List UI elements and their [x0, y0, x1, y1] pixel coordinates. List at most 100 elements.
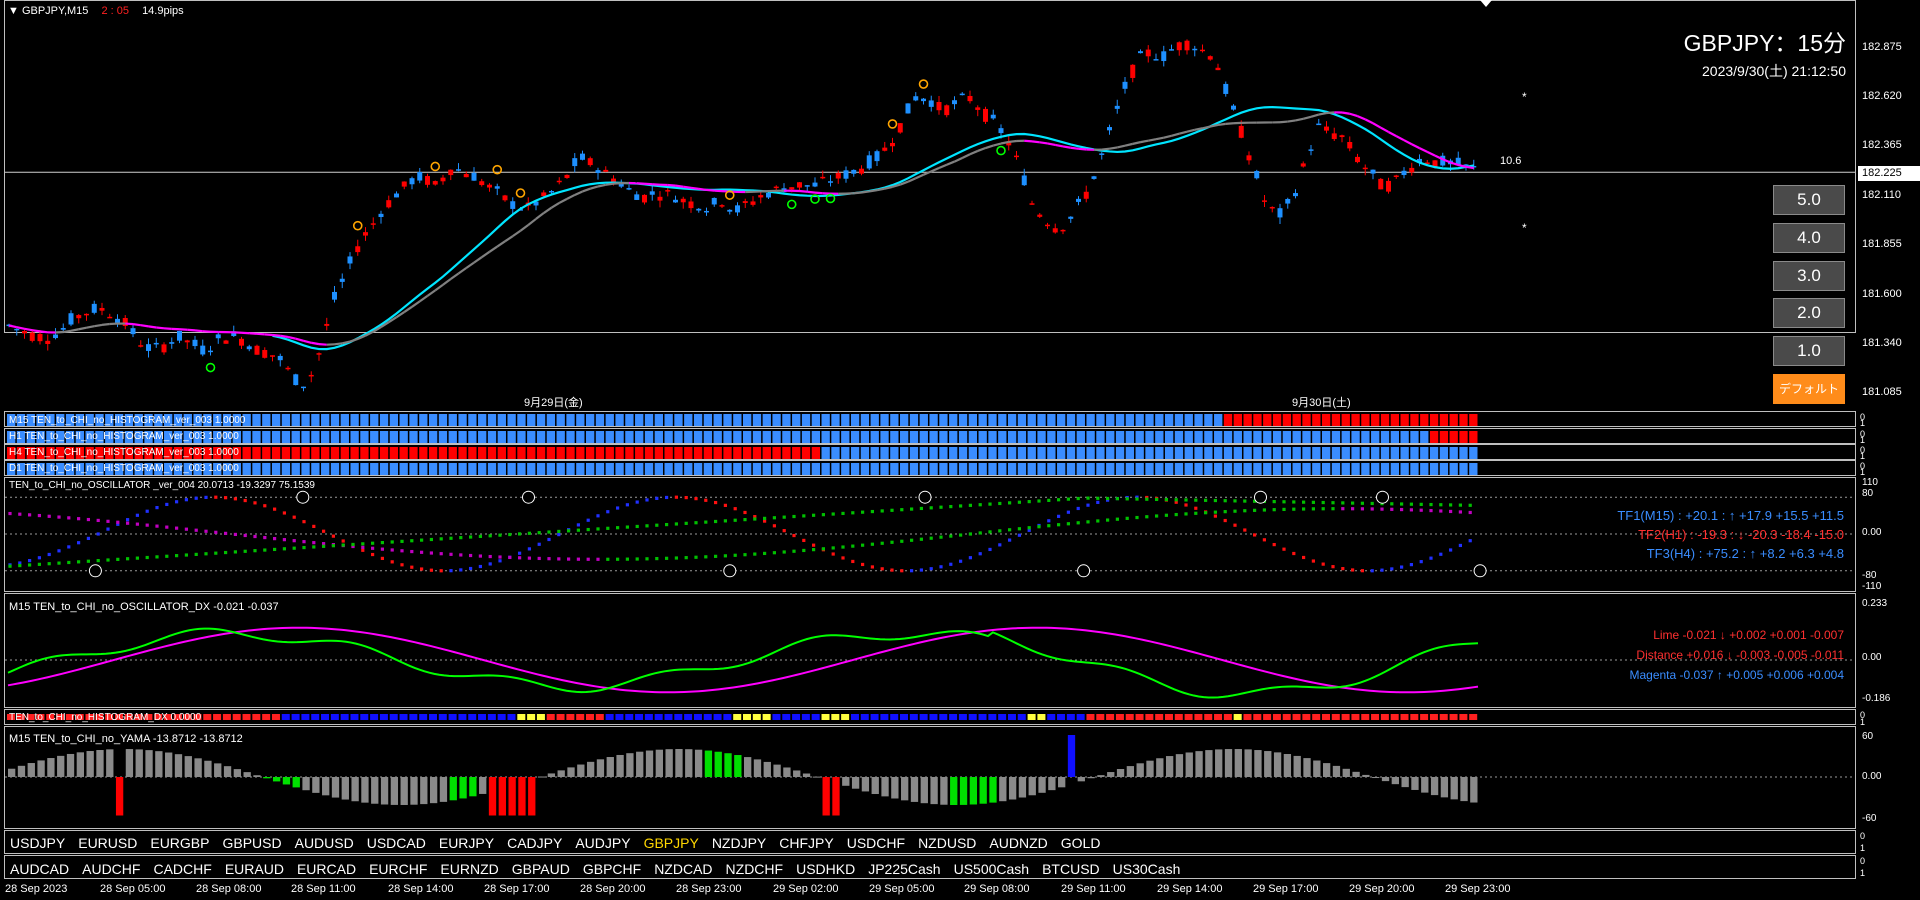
symbol-cadchf[interactable]: CADCHF: [153, 861, 211, 877]
symbol-audjpy[interactable]: AUDJPY: [575, 835, 630, 851]
candle-body: [223, 340, 229, 344]
candle-body: [208, 350, 213, 353]
slow-ma-segment: [566, 193, 576, 200]
symbol-nzdjpy[interactable]: NZDJPY: [712, 835, 766, 851]
candle-body: [944, 105, 950, 116]
triangle-icon: ▼: [8, 5, 19, 17]
symbol-usdhkd[interactable]: USDHKD: [796, 861, 855, 877]
symbol-gbpjpy[interactable]: GBPJPY: [644, 835, 699, 851]
scale-3-button[interactable]: 3.0: [1773, 261, 1845, 291]
slow-ma-segment: [1318, 111, 1327, 116]
slow-ma-segment: [1171, 132, 1180, 137]
price-label: 182.365: [1862, 139, 1902, 151]
symbol-gold[interactable]: GOLD: [1061, 835, 1101, 851]
scale-2-button[interactable]: 2.0: [1773, 298, 1845, 328]
symbol-us500cash[interactable]: US500Cash: [954, 861, 1030, 877]
candle-body: [463, 174, 469, 178]
slow-ma-segment: [349, 337, 359, 343]
slow-ma-segment: [1372, 122, 1382, 129]
slow-ma-segment: [698, 187, 707, 191]
candle-body: [1293, 193, 1298, 197]
symbol-usdjpy[interactable]: USDJPY: [10, 835, 65, 851]
candle-body: [1114, 105, 1120, 109]
candle-body: [440, 177, 446, 182]
histogram-pane-m15[interactable]: [4, 411, 1856, 427]
symbol-usdchf[interactable]: USDCHF: [847, 835, 905, 851]
candle-body: [1099, 153, 1105, 155]
candle-body: [1316, 123, 1322, 126]
scale-4-button[interactable]: 4.0: [1773, 223, 1845, 253]
candle-body: [928, 100, 934, 107]
slow-ma-segment: [1117, 144, 1126, 149]
dx-histogram-pane[interactable]: [4, 709, 1856, 725]
slow-ma-segment: [512, 229, 522, 238]
histogram-pane-d1[interactable]: [4, 460, 1856, 476]
histogram-pane-h1[interactable]: [4, 428, 1856, 444]
symbol-nzdchf[interactable]: NZDCHF: [726, 861, 784, 877]
slow-ma-segment: [1380, 126, 1390, 133]
candle-body: [626, 188, 632, 190]
symbol-audchf[interactable]: AUDCHF: [82, 861, 140, 877]
lime-readout: Lime -0.021 ↓ +0.002 +0.001 -0.007: [1653, 628, 1844, 642]
symbol-eurcad[interactable]: EURCAD: [297, 861, 356, 877]
symbol-gbpaud[interactable]: GBPAUD: [512, 861, 570, 877]
candle-body: [339, 278, 345, 282]
time-axis-label: 28 Sep 11:00: [291, 883, 356, 895]
symbol-audcad[interactable]: AUDCAD: [10, 861, 69, 877]
day-label-fri: 9月29日(金): [524, 397, 583, 409]
symbol-eurusd[interactable]: EURUSD: [78, 835, 137, 851]
slow-ma-segment: [1395, 135, 1405, 142]
symbol-btcusd[interactable]: BTCUSD: [1042, 861, 1100, 877]
candle-body: [1122, 81, 1128, 89]
slow-ma-segment: [202, 330, 211, 333]
yama-axis-label: 60: [1862, 731, 1874, 742]
candle-body: [1386, 180, 1391, 192]
symbol-nzdcad[interactable]: NZDCAD: [654, 861, 712, 877]
symbol-cadjpy[interactable]: CADJPY: [507, 835, 562, 851]
symbol-chfjpy[interactable]: CHFJPY: [779, 835, 833, 851]
asterisk-lower: *: [1522, 221, 1527, 235]
candle-body: [277, 355, 283, 361]
symbol-eurjpy[interactable]: EURJPY: [439, 835, 494, 851]
candle-body: [355, 246, 361, 253]
candle-body: [60, 328, 66, 330]
slow-ma-segment: [954, 156, 963, 163]
scale-5-button[interactable]: 5.0: [1773, 185, 1845, 215]
slow-ma-segment: [194, 329, 203, 333]
symbol-audnzd[interactable]: AUDNZD: [989, 835, 1047, 851]
candle-body: [1130, 64, 1136, 78]
slow-ma-segment: [613, 182, 622, 185]
symbol-audusd[interactable]: AUDUSD: [295, 835, 354, 851]
slow-ma-segment: [8, 324, 17, 329]
symbol-euraud[interactable]: EURAUD: [225, 861, 284, 877]
symbol-jp225cash[interactable]: JP225Cash: [868, 861, 940, 877]
symbol-gbpchf[interactable]: GBPCHF: [583, 861, 641, 877]
candle-body: [843, 170, 849, 179]
candle-body: [394, 193, 399, 198]
symbol-eurgbp[interactable]: EURGBP: [150, 835, 209, 851]
slow-ma-segment: [264, 333, 273, 337]
yama-pane[interactable]: [4, 726, 1856, 829]
candle-body: [1161, 51, 1167, 62]
slow-ma-segment: [241, 331, 250, 335]
symbol-eurchf[interactable]: EURCHF: [369, 861, 427, 877]
scale-1-button[interactable]: 1.0: [1773, 336, 1845, 366]
symbol-usdcad[interactable]: USDCAD: [367, 835, 426, 851]
slow-ma-segment: [1070, 146, 1079, 150]
default-scale-button[interactable]: デフォルト: [1773, 374, 1845, 404]
candle-body: [952, 100, 957, 105]
symbol-us30cash[interactable]: US30Cash: [1113, 861, 1181, 877]
candle-body: [115, 318, 120, 323]
slow-ma-segment: [1132, 141, 1141, 145]
symbol-eurnzd[interactable]: EURNZD: [440, 861, 498, 877]
time-axis-label: 29 Sep 20:00: [1349, 883, 1415, 895]
slow-ma-segment: [876, 187, 885, 192]
candle-body: [1060, 229, 1066, 232]
slow-ma-segment: [946, 160, 955, 166]
shift-marker-icon[interactable]: [1480, 0, 1492, 7]
symbol-nzdusd[interactable]: NZDUSD: [918, 835, 976, 851]
candle-body: [1207, 56, 1213, 60]
histogram-pane-h4[interactable]: [4, 444, 1856, 460]
candle-body: [711, 197, 717, 205]
symbol-gbpusd[interactable]: GBPUSD: [222, 835, 281, 851]
